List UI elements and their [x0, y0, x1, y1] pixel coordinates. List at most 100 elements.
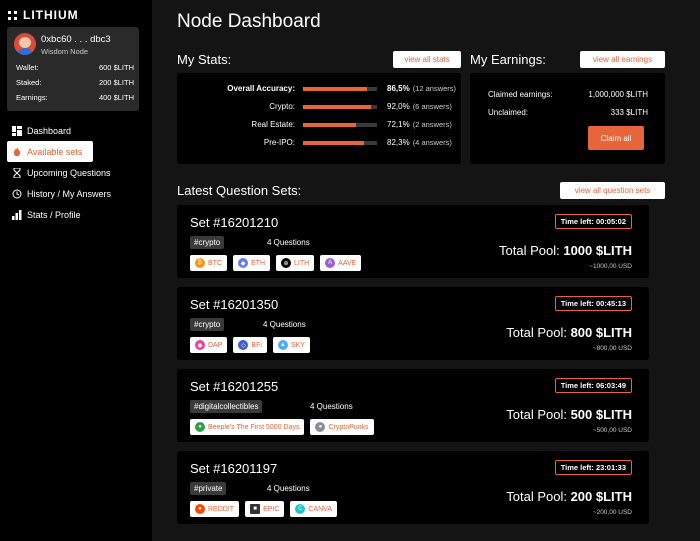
claimed-label: Claimed earnings: — [488, 90, 553, 99]
token-chip-eth[interactable]: ◆ ETH — [233, 255, 270, 271]
sidebar-item-label: Stats / Profile — [27, 209, 81, 220]
wallet-row: Wallet: 600 $LITH — [16, 63, 134, 72]
token-chip-cryptopunks[interactable]: ● CryptoPunks — [310, 419, 374, 435]
stats-title: My Stats: — [177, 52, 232, 67]
pool-label: Total Pool: — [506, 325, 567, 340]
total-pool: Total Pool: 500 $LITH — [506, 407, 632, 422]
canva-icon: C — [295, 504, 306, 514]
set-question-count: 4 Questions — [263, 320, 306, 329]
stat-count: (4 answers) — [412, 138, 452, 147]
set-tag: #crypto — [190, 236, 225, 249]
time-left-badge: Time left: 00:45:13 — [554, 296, 632, 311]
total-pool: Total Pool: 200 $LITH — [506, 489, 632, 504]
token-label: REDDIT — [208, 505, 235, 513]
sidebar-item-label: History / My Answers — [27, 188, 112, 199]
pool-usd: ~200,00 USD — [592, 509, 632, 516]
wallet-label: Wallet: — [16, 63, 39, 72]
stat-bar-fill — [303, 105, 372, 109]
token-chip-sky[interactable]: ▲ SKY — [272, 337, 310, 353]
token-chip-btc[interactable]: ₿ BTC — [190, 255, 227, 271]
view-all-stats-button[interactable]: view all stats — [393, 51, 461, 68]
token-chip-reddit[interactable]: ● REDDIT — [190, 501, 240, 517]
token-chip-aave[interactable]: A AAVE — [320, 255, 362, 271]
token-chip-dap[interactable]: ◉ DAP — [190, 337, 228, 353]
pool-label: Total Pool: — [506, 489, 567, 504]
set-question-count: 4 Questions — [267, 484, 310, 493]
stat-bar-fill — [303, 123, 357, 127]
avatar[interactable] — [14, 33, 36, 55]
sidebar-item-dashboard[interactable]: Dashboard — [7, 120, 147, 141]
total-pool: Total Pool: 1000 $LITH — [499, 243, 632, 258]
view-all-earnings-button[interactable]: view all earnings — [580, 51, 665, 68]
stat-row-crypto: Crypto: 92,0% (6 answers) — [177, 102, 477, 114]
question-set-card[interactable]: Set #16201210 #crypto 4 Questions ₿ BTC ◆… — [177, 205, 649, 278]
stat-row-real-estate: Real Estate: 72,1% (2 answers) — [177, 120, 477, 132]
question-set-card[interactable]: Set #16201350 #crypto 4 Questions ◉ DAP ◇… — [177, 287, 649, 360]
pool-usd: ~800,00 USD — [592, 345, 632, 352]
lithium-icon: ⊕ — [281, 258, 291, 268]
logo-text: LITHIUM — [23, 8, 79, 22]
staked-label: Staked: — [16, 78, 42, 87]
pool-value: 500 $LITH — [570, 407, 632, 422]
total-pool: Total Pool: 800 $LITH — [506, 325, 632, 340]
reddit-icon: ● — [195, 504, 205, 514]
staked-value: 200 $LITH — [98, 78, 134, 87]
question-sets-title: Latest Question Sets: — [177, 183, 302, 198]
unclaimed-row: Unclaimed: 333 $LITH — [488, 108, 648, 117]
stat-bar — [303, 123, 377, 127]
token-chip-beeple[interactable]: ● Beeple's The First 5000 Days — [190, 419, 305, 435]
stat-pct-wrap: 86,5% (12 answers) — [387, 84, 456, 93]
stat-row-pre-ipo: Pre-IPO: 82,3% (4 answers) — [177, 138, 477, 150]
stat-count: (6 answers) — [412, 102, 452, 111]
wallet-value: 600 $LITH — [98, 63, 134, 72]
stat-bar — [303, 87, 377, 91]
time-left-badge: Time left: 06:03:49 — [554, 378, 632, 393]
pool-value: 200 $LITH — [570, 489, 632, 504]
stat-bar-fill — [303, 87, 367, 91]
stat-pct: 82,3% — [387, 138, 410, 147]
unclaimed-label: Unclaimed: — [488, 108, 529, 117]
dashboard-icon — [12, 125, 22, 136]
sidebar-item-upcoming-questions[interactable]: Upcoming Questions — [7, 162, 147, 183]
stat-label: Overall Accuracy: — [227, 84, 295, 93]
set-question-count: 4 Questions — [310, 402, 353, 411]
token-chip-epic[interactable]: ■ EPIC — [245, 501, 285, 517]
logo[interactable]: LITHIUM — [8, 8, 79, 22]
sidebar-item-available-sets[interactable]: Available sets — [7, 141, 93, 162]
set-tokens: ◉ DAP ◇ BFi ▲ SKY — [190, 337, 310, 353]
token-chip-lith[interactable]: ⊕ LITH — [276, 255, 315, 271]
set-tokens: ₿ BTC ◆ ETH ⊕ LITH A AAVE — [190, 255, 362, 271]
token-label: CANVA — [308, 505, 333, 513]
unclaimed-value: 333 $LITH — [610, 108, 648, 117]
question-set-card[interactable]: Set #16201197 #private 4 Questions ● REDD… — [177, 451, 649, 524]
view-all-question-sets-button[interactable]: view all question sets — [560, 182, 665, 199]
stat-bar — [303, 141, 377, 145]
earnings-row: Earnings: 400 $LITH — [16, 93, 134, 102]
stat-count: (2 answers) — [412, 120, 452, 129]
token-label: Beeple's The First 5000 Days — [208, 423, 300, 431]
claim-all-button[interactable]: Claim all — [588, 126, 644, 150]
token-label: SKY — [290, 341, 305, 349]
cryptopunk-icon: ● — [315, 422, 326, 432]
user-card: 0xbc60 . . . dbc3 Wisdom Node Wallet: 60… — [7, 27, 139, 111]
token-chip-bfi[interactable]: ◇ BFi — [233, 337, 267, 353]
token-chip-canva[interactable]: C CANVA — [290, 501, 338, 517]
stat-pct-wrap: 92,0% (6 answers) — [387, 102, 452, 111]
sidebar-item-history[interactable]: History / My Answers — [7, 183, 147, 204]
token-label: AAVE — [338, 259, 357, 267]
set-tag: #crypto — [190, 318, 225, 331]
stat-pct: 92,0% — [387, 102, 410, 111]
pool-value: 800 $LITH — [570, 325, 632, 340]
earnings-value: 400 $LITH — [98, 93, 134, 102]
user-role: Wisdom Node — [41, 47, 89, 56]
claimed-row: Claimed earnings: 1,000,000 $LITH — [488, 90, 648, 99]
stats-panel: Overall Accuracy: 86,5% (12 answers) Cryp… — [177, 73, 461, 164]
ethereum-icon: ◆ — [238, 258, 248, 268]
question-set-card[interactable]: Set #16201255 #digitalcollectibles 4 Que… — [177, 369, 649, 442]
sidebar-item-stats-profile[interactable]: Stats / Profile — [7, 204, 147, 225]
earnings-label: Earnings: — [16, 93, 48, 102]
main-content: Node Dashboard My Stats: view all stats … — [152, 0, 700, 541]
staked-row: Staked: 200 $LITH — [16, 78, 134, 87]
set-title: Set #16201197 — [190, 461, 278, 476]
history-icon — [12, 189, 22, 199]
